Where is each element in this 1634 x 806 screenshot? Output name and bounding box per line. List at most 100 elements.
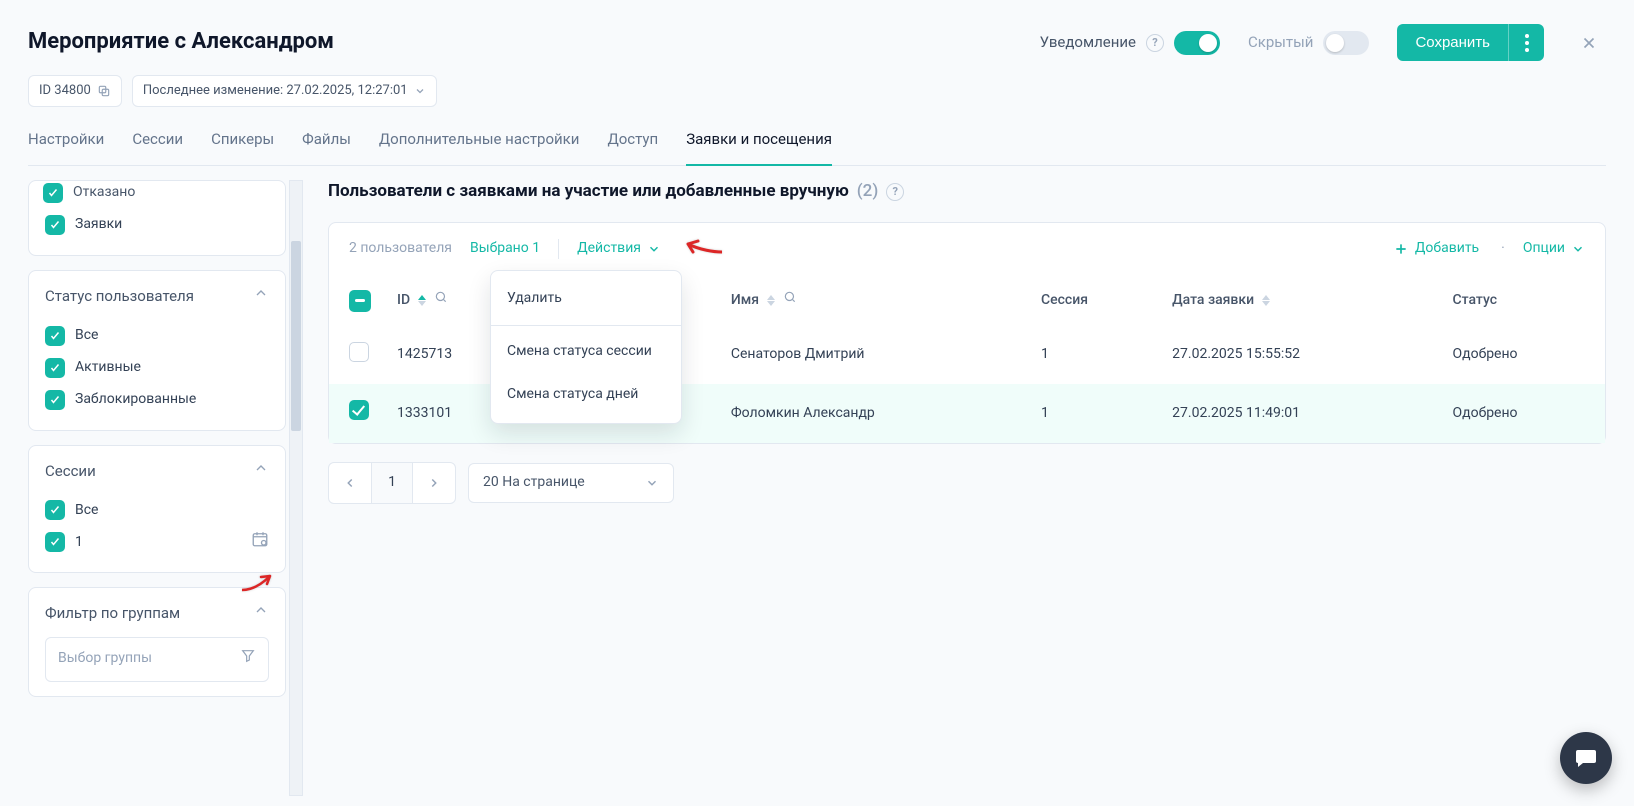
actions-dropdown-trigger[interactable]: Действия <box>577 239 661 259</box>
filter-card-groups: Фильтр по группам Выбор группы <box>28 587 286 696</box>
cell-date: 27.02.2025 15:55:52 <box>1160 326 1440 385</box>
help-icon[interactable]: ? <box>1146 34 1164 52</box>
tab-5[interactable]: Доступ <box>607 129 658 165</box>
close-button[interactable] <box>1572 26 1606 60</box>
card-title: Сессии <box>45 461 96 482</box>
search-icon[interactable] <box>783 290 797 311</box>
filter-label: Все <box>75 326 98 346</box>
dots-vertical-icon <box>1525 34 1529 52</box>
filter-label: Заявки <box>75 215 122 235</box>
filter-item[interactable]: Заблокированные <box>45 384 269 416</box>
col-id[interactable]: ID <box>397 291 410 311</box>
tab-0[interactable]: Настройки <box>28 129 104 165</box>
chevron-down-icon <box>647 242 661 256</box>
notify-label: Уведомление <box>1040 32 1136 53</box>
filter-label: Отказано <box>73 183 135 203</box>
last-change-text: Последнее изменение: 27.02.2025, 12:27:0… <box>143 82 408 100</box>
chevron-down-icon <box>1571 242 1585 256</box>
cell-name: Фоломкин Александр <box>719 384 1029 443</box>
filter-label: Заблокированные <box>75 390 196 410</box>
cell-session: 1 <box>1029 384 1160 443</box>
chat-fab[interactable] <box>1560 732 1612 784</box>
actions-dropdown: Удалить Смена статуса сессии Смена стату… <box>490 270 682 424</box>
filter-item-rejected[interactable]: Отказано <box>43 180 269 209</box>
filter-label: Все <box>75 501 98 521</box>
cell-session: 1 <box>1029 326 1160 385</box>
chevron-down-icon <box>414 85 426 97</box>
chevron-up-icon[interactable] <box>253 460 269 483</box>
chevron-up-icon[interactable] <box>253 285 269 308</box>
sort-icon[interactable] <box>418 295 426 306</box>
id-pill[interactable]: ID 34800 <box>28 75 122 107</box>
filter-item-session-1[interactable]: 1 <box>45 526 83 558</box>
pager-page-current[interactable]: 1 <box>371 463 413 503</box>
col-name[interactable]: Имя <box>731 291 759 311</box>
chat-icon <box>1574 746 1598 770</box>
filter-card-sessions: Сессии Все 1 <box>28 445 286 574</box>
col-status[interactable]: Статус <box>1453 292 1498 308</box>
selected-count-link[interactable]: Выбрано 1 <box>470 239 540 259</box>
chevron-down-icon <box>645 476 659 490</box>
save-more-button[interactable] <box>1508 24 1544 61</box>
calendar-icon[interactable] <box>251 530 269 555</box>
row-checkbox[interactable] <box>349 400 369 420</box>
help-icon[interactable]: ? <box>886 183 904 201</box>
notify-toggle-group: Уведомление ? <box>1040 31 1220 55</box>
pager-prev[interactable] <box>329 463 371 503</box>
pager: 1 20 На странице <box>328 462 1606 504</box>
tab-2[interactable]: Спикеры <box>211 129 274 165</box>
group-select[interactable]: Выбор группы <box>45 637 269 682</box>
add-button[interactable]: Добавить <box>1393 239 1479 259</box>
search-icon[interactable] <box>434 290 448 311</box>
filter-label: Активные <box>75 358 141 378</box>
user-count-label: 2 пользователя <box>349 239 452 259</box>
tab-4[interactable]: Дополнительные настройки <box>379 129 580 165</box>
options-dropdown-trigger[interactable]: Опции <box>1523 239 1585 259</box>
cell-date: 27.02.2025 11:49:01 <box>1160 384 1440 443</box>
filter-card-user-status: Статус пользователя Все Активные Заблокиро… <box>28 270 286 431</box>
filter-item-session-all[interactable]: Все <box>45 494 269 526</box>
id-pill-text: ID 34800 <box>39 82 91 100</box>
tab-6[interactable]: Заявки и посещения <box>686 129 832 166</box>
filter-item[interactable]: Активные <box>45 352 269 384</box>
group-select-placeholder: Выбор группы <box>58 649 152 669</box>
tabs: Настройки Сессии Спикеры Файлы Дополнительны… <box>28 129 1606 166</box>
tab-1[interactable]: Сессии <box>132 129 183 165</box>
row-checkbox[interactable] <box>349 342 369 362</box>
filter-item-requests[interactable]: Заявки <box>45 209 269 241</box>
last-change-pill[interactable]: Последнее изменение: 27.02.2025, 12:27:0… <box>132 75 437 107</box>
tab-3[interactable]: Файлы <box>302 129 351 165</box>
per-page-label: 20 На странице <box>483 473 585 493</box>
pager-next[interactable] <box>413 463 455 503</box>
col-session[interactable]: Сессия <box>1041 292 1088 308</box>
sort-icon[interactable] <box>767 295 775 306</box>
filter-label: 1 <box>75 533 83 553</box>
funnel-icon <box>240 648 256 671</box>
header-checkbox-indeterminate[interactable] <box>349 290 371 312</box>
col-date[interactable]: Дата заявки <box>1172 291 1254 311</box>
filter-card-top: Отказано Заявки <box>28 180 286 256</box>
per-page-select[interactable]: 20 На странице <box>468 463 674 503</box>
divider <box>558 239 559 259</box>
hidden-toggle[interactable] <box>1323 31 1369 55</box>
section-title: Пользователи с заявками на участие или д… <box>328 180 849 204</box>
hidden-label: Скрытый <box>1248 32 1313 53</box>
plus-icon <box>1393 241 1409 257</box>
sidebar-scrollbar[interactable] <box>288 180 304 796</box>
panel-toolbar: 2 пользователя Выбрано 1 Действия Добави… <box>329 223 1605 275</box>
chevron-up-icon[interactable] <box>253 602 269 625</box>
card-title: Статус пользователя <box>45 286 194 307</box>
sort-icon[interactable] <box>1262 295 1270 306</box>
action-change-day-status[interactable]: Смена статуса дней <box>491 373 681 417</box>
action-change-session-status[interactable]: Смена статуса сессии <box>491 330 681 374</box>
notify-toggle[interactable] <box>1174 31 1220 55</box>
hidden-toggle-group: Скрытый <box>1248 31 1369 55</box>
save-button[interactable]: Сохранить <box>1397 24 1508 61</box>
main-content: Пользователи с заявками на участие или д… <box>328 180 1634 796</box>
options-label: Опции <box>1523 239 1565 259</box>
close-icon <box>1580 34 1598 52</box>
add-label: Добавить <box>1415 239 1479 259</box>
action-delete[interactable]: Удалить <box>491 277 681 321</box>
filter-item[interactable]: Все <box>45 320 269 352</box>
card-title: Фильтр по группам <box>45 603 180 624</box>
